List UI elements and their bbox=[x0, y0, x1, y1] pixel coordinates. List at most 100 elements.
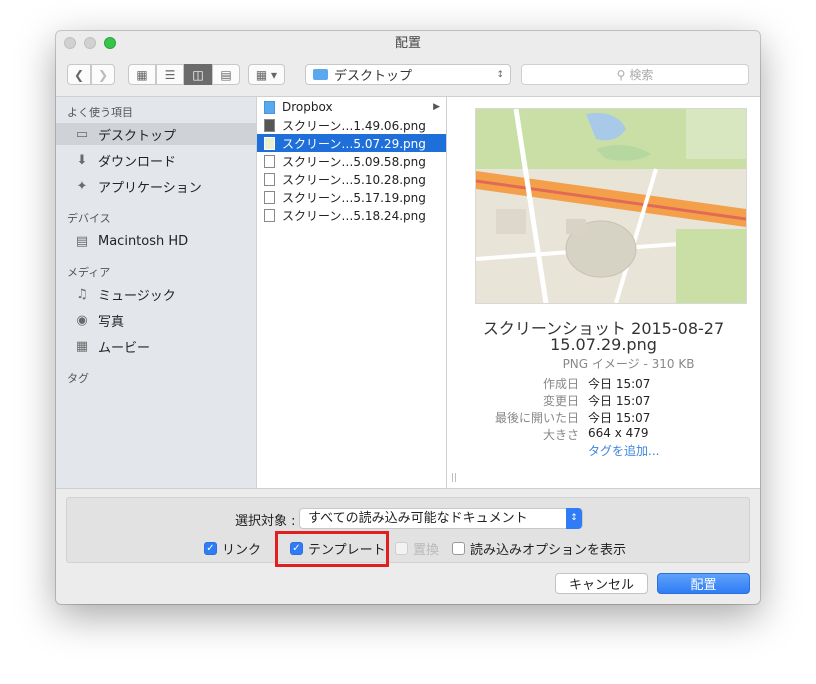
chevron-left-icon: ❮ bbox=[73, 67, 85, 82]
meta-key: 作成日 bbox=[542, 377, 579, 391]
file-column: Dropbox ▶ スクリーン…1.49.06.png スクリーン…5.07.2… bbox=[256, 96, 447, 488]
list-item[interactable]: スクリーン…5.17.19.png bbox=[257, 188, 446, 206]
meta-key: 最後に開いた日 bbox=[494, 411, 579, 425]
close-button[interactable] bbox=[64, 37, 76, 49]
file-icon bbox=[264, 154, 275, 168]
file-icon bbox=[264, 118, 275, 132]
place-button[interactable]: 配置 bbox=[657, 573, 750, 594]
folder-icon bbox=[264, 100, 275, 114]
sidebar-item-label: ダウンロード bbox=[98, 154, 177, 170]
file-name: スクリーン…5.07.29.png bbox=[282, 136, 426, 151]
add-tags-link[interactable]: タグを追加... bbox=[588, 442, 659, 459]
replace-checkbox: 置換 bbox=[395, 539, 439, 558]
list-item[interactable]: スクリーン…5.10.28.png bbox=[257, 170, 446, 188]
preview-pane: スクリーンショット 2015-08-27 15.07.29.png PNG イメ… bbox=[447, 96, 760, 488]
minimize-button[interactable] bbox=[84, 37, 96, 49]
list-item[interactable]: スクリーン…5.09.58.png bbox=[257, 152, 446, 170]
file-name: スクリーン…5.18.24.png bbox=[282, 208, 426, 223]
column-view-button[interactable]: ◫ bbox=[184, 64, 212, 85]
sidebar-item-desktop[interactable]: ▭ デスクトップ bbox=[56, 123, 256, 145]
sidebar-item-applications[interactable]: ✦ アプリケーション bbox=[56, 175, 256, 197]
file-icon bbox=[264, 172, 275, 186]
list-item[interactable]: スクリーン…5.18.24.png bbox=[257, 206, 446, 224]
sidebar-item-macintosh-hd[interactable]: ▤ Macintosh HD bbox=[56, 230, 256, 252]
meta-key: 変更日 bbox=[542, 394, 579, 408]
zoom-button[interactable] bbox=[104, 37, 116, 49]
list-item[interactable]: Dropbox ▶ bbox=[257, 98, 446, 116]
file-name: Dropbox bbox=[282, 100, 333, 114]
disclosure-arrow-icon: ▶ bbox=[433, 102, 440, 112]
sidebar-item-label: アプリケーション bbox=[98, 180, 202, 196]
meta-value: 664 x 479 bbox=[588, 426, 649, 440]
sidebar-item-downloads[interactable]: ⬇ ダウンロード bbox=[56, 149, 256, 171]
link-label: リンク bbox=[222, 543, 262, 558]
file-icon bbox=[264, 190, 275, 204]
link-checkbox[interactable]: ✓ リンク bbox=[204, 539, 261, 558]
chevron-right-icon: ❯ bbox=[97, 67, 109, 82]
list-view-button[interactable]: ☰ bbox=[156, 64, 184, 85]
back-button[interactable]: ❮ bbox=[67, 64, 91, 85]
file-icon bbox=[264, 208, 275, 222]
checkbox-box bbox=[452, 542, 465, 555]
list-item[interactable]: スクリーン…1.49.06.png bbox=[257, 116, 446, 134]
location-label: デスクトップ bbox=[334, 69, 413, 84]
sidebar-item-movies[interactable]: ▦ ムービー bbox=[56, 335, 256, 357]
sidebar-item-label: Macintosh HD bbox=[98, 233, 189, 249]
list-icon: ☰ bbox=[164, 67, 176, 82]
template-highlight-box bbox=[275, 531, 389, 567]
cover-flow-button[interactable]: ▤ bbox=[212, 64, 240, 85]
cover-flow-icon: ▤ bbox=[220, 67, 232, 82]
film-icon: ▦ bbox=[75, 338, 89, 354]
forward-button[interactable]: ❯ bbox=[91, 64, 115, 85]
sidebar-item-music[interactable]: ♫ ミュージック bbox=[56, 283, 256, 305]
sidebar-item-label: ミュージック bbox=[98, 288, 176, 304]
meta-key: 大きさ bbox=[542, 428, 579, 442]
replace-label: 置換 bbox=[413, 543, 440, 558]
preview-type-size: PNG イメージ - 310 KB bbox=[562, 357, 695, 371]
arrange-icon: ▦ ▾ bbox=[255, 67, 278, 82]
location-popup[interactable]: デスクトップ ↕ bbox=[305, 64, 511, 85]
icon-view-button[interactable]: ▦ bbox=[128, 64, 156, 85]
tags-header: タグ bbox=[67, 372, 89, 385]
enable-popup[interactable]: すべての読み込み可能なドキュメント ↕ bbox=[299, 508, 583, 529]
show-import-options-checkbox[interactable]: 読み込みオプションを表示 bbox=[452, 539, 626, 558]
media-header: メディア bbox=[67, 266, 111, 279]
title-bar: 配置 bbox=[56, 31, 760, 56]
devices-header: デバイス bbox=[67, 212, 111, 225]
enable-label: 選択対象 : bbox=[235, 514, 296, 529]
sidebar-item-label: 写真 bbox=[98, 314, 125, 330]
download-icon: ⬇ bbox=[76, 152, 88, 168]
arrange-button[interactable]: ▦ ▾ bbox=[248, 64, 285, 85]
search-placeholder: 検索 bbox=[629, 68, 654, 82]
place-dialog: 配置 ❮ ❯ ▦ ☰ ◫ ▤ ▦ ▾ デスクトップ ↕ ⚲ 検索 よく使う項目 … bbox=[56, 31, 760, 604]
sidebar-item-photos[interactable]: ◉ 写真 bbox=[56, 309, 256, 331]
hard-drive-icon: ▤ bbox=[75, 233, 89, 249]
sidebar-item-label: ムービー bbox=[98, 340, 151, 356]
divider bbox=[56, 488, 760, 489]
file-name: スクリーン…1.49.06.png bbox=[282, 118, 426, 133]
search-icon: ⚲ bbox=[616, 67, 626, 82]
file-name: スクリーン…5.10.28.png bbox=[282, 172, 426, 187]
checkmark-icon: ✓ bbox=[204, 542, 217, 555]
updown-icon: ↕ bbox=[566, 508, 582, 529]
applications-icon: ✦ bbox=[76, 178, 88, 194]
music-icon: ♫ bbox=[76, 286, 88, 302]
column-resize-handle[interactable]: || bbox=[451, 473, 457, 483]
enable-value: すべての読み込み可能なドキュメント bbox=[308, 511, 528, 526]
file-name: スクリーン…5.17.19.png bbox=[282, 190, 426, 205]
cancel-button[interactable]: キャンセル bbox=[555, 573, 648, 594]
meta-value: 今日 15:07 bbox=[588, 411, 651, 425]
options-panel: 選択対象 : すべての読み込み可能なドキュメント ↕ ✓ リンク ✓ テンプレー… bbox=[66, 497, 750, 563]
checkbox-box bbox=[395, 542, 408, 555]
list-item[interactable]: スクリーン…5.07.29.png bbox=[257, 134, 446, 152]
sidebar: よく使う項目 ▭ デスクトップ ⬇ ダウンロード ✦ アプリケーション デバイス… bbox=[56, 96, 256, 488]
file-name: スクリーン…5.09.58.png bbox=[282, 154, 426, 169]
sidebar-item-label: デスクトップ bbox=[98, 128, 177, 144]
window-title: 配置 bbox=[394, 36, 421, 51]
toolbar: ❮ ❯ ▦ ☰ ◫ ▤ ▦ ▾ デスクトップ ↕ ⚲ 検索 bbox=[56, 56, 760, 96]
preview-title-line2: 15.07.29.png bbox=[550, 335, 657, 354]
folder-icon bbox=[313, 69, 328, 80]
file-icon bbox=[264, 136, 275, 150]
preview-thumbnail bbox=[475, 108, 747, 304]
search-input[interactable]: ⚲ 検索 bbox=[521, 64, 749, 85]
